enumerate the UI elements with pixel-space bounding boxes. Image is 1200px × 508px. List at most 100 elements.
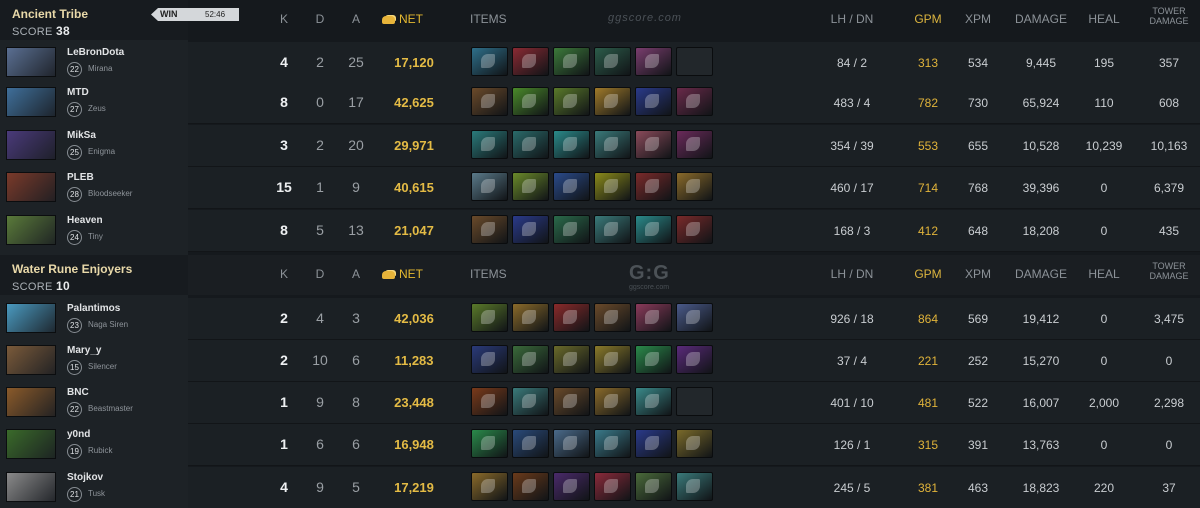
player-row[interactable]: 2 4 3 42,036 926 / 18 864 569 19,412 0 3,475 (188, 298, 1200, 340)
item-icon[interactable] (471, 172, 508, 201)
item-icon[interactable] (635, 130, 672, 159)
header-heal[interactable]: HEAL (1080, 12, 1128, 26)
item-icon[interactable] (594, 345, 631, 374)
player-name[interactable]: BNC (67, 387, 89, 398)
item-icon[interactable] (635, 429, 672, 458)
item-icon[interactable] (635, 303, 672, 332)
item-icon[interactable] (512, 472, 549, 501)
item-icon[interactable] (471, 345, 508, 374)
header-lhdn[interactable]: LH / DN (812, 267, 892, 281)
item-icon[interactable] (553, 345, 590, 374)
item-icon[interactable] (512, 130, 549, 159)
player-card[interactable]: PLEB 28 Bloodseeker (0, 167, 188, 209)
header-k[interactable]: K (274, 267, 294, 281)
header-net[interactable]: NET (382, 12, 452, 26)
item-icon[interactable] (553, 472, 590, 501)
item-icon[interactable] (676, 303, 713, 332)
item-icon[interactable] (676, 345, 713, 374)
item-icon[interactable] (471, 130, 508, 159)
player-row[interactable]: 1 9 8 23,448 401 / 10 481 522 16,007 2,000 2,298 (188, 382, 1200, 424)
player-name[interactable]: MikSa (67, 130, 96, 141)
player-card[interactable]: MTD 27 Zeus (0, 82, 188, 124)
header-damage[interactable]: DAMAGE (1006, 12, 1076, 26)
player-card[interactable]: Mary_y 15 Silencer (0, 340, 188, 382)
player-name[interactable]: Heaven (67, 215, 103, 226)
player-name[interactable]: PLEB (67, 172, 94, 183)
player-row[interactable]: 2 10 6 11,283 37 / 4 221 252 15,270 0 0 (188, 340, 1200, 382)
item-icon[interactable] (594, 130, 631, 159)
header-items[interactable]: ITEMS (470, 267, 510, 281)
item-icon[interactable] (471, 303, 508, 332)
player-card[interactable]: Stojkov 21 Tusk (0, 467, 188, 508)
player-card[interactable]: BNC 22 Beastmaster (0, 382, 188, 424)
player-row[interactable]: 1 6 6 16,948 126 / 1 315 391 13,763 0 0 (188, 424, 1200, 466)
item-icon[interactable] (676, 472, 713, 501)
player-row[interactable]: 3 2 20 29,971 354 / 39 553 655 10,528 10,239 10,1… (188, 125, 1200, 167)
item-icon[interactable] (553, 429, 590, 458)
item-icon[interactable] (635, 47, 672, 76)
player-card[interactable]: Palantimos 23 Naga Siren (0, 298, 188, 340)
player-card[interactable]: y0nd 19 Rubick (0, 424, 188, 466)
item-icon[interactable] (676, 215, 713, 244)
player-name[interactable]: LeBronDota (67, 47, 124, 58)
item-icon[interactable] (471, 429, 508, 458)
item-icon[interactable] (594, 215, 631, 244)
item-icon[interactable] (553, 172, 590, 201)
item-icon[interactable] (471, 87, 508, 116)
item-icon[interactable] (512, 87, 549, 116)
header-heal[interactable]: HEAL (1080, 267, 1128, 281)
item-icon[interactable] (471, 472, 508, 501)
item-icon[interactable] (594, 303, 631, 332)
header-k[interactable]: K (274, 12, 294, 26)
player-name[interactable]: Palantimos (67, 303, 120, 314)
header-gpm[interactable]: GPM (904, 267, 952, 281)
player-name[interactable]: y0nd (67, 429, 90, 440)
item-icon[interactable] (471, 387, 508, 416)
item-icon[interactable] (635, 387, 672, 416)
item-icon[interactable] (512, 303, 549, 332)
item-icon[interactable] (594, 47, 631, 76)
item-icon[interactable] (594, 429, 631, 458)
item-icon[interactable] (553, 303, 590, 332)
item-icon[interactable] (512, 172, 549, 201)
player-name[interactable]: MTD (67, 87, 89, 98)
item-icon[interactable] (553, 215, 590, 244)
header-tower-damage[interactable]: TOWER DAMAGE (1138, 261, 1200, 281)
item-icon[interactable] (553, 387, 590, 416)
player-name[interactable]: Mary_y (67, 345, 101, 356)
header-net[interactable]: NET (382, 267, 452, 281)
player-card[interactable]: LeBronDota 22 Mirana (0, 42, 188, 84)
item-icon[interactable] (594, 87, 631, 116)
item-icon[interactable] (635, 87, 672, 116)
player-row[interactable]: 8 5 13 21,047 168 / 3 412 648 18,208 0 435 (188, 210, 1200, 252)
item-icon[interactable] (676, 87, 713, 116)
header-a[interactable]: A (346, 12, 366, 26)
header-a[interactable]: A (346, 267, 366, 281)
item-icon[interactable] (635, 215, 672, 244)
header-gpm[interactable]: GPM (904, 12, 952, 26)
player-row[interactable]: 4 2 25 17,120 84 / 2 313 534 9,445 195 357 (188, 42, 1200, 84)
header-xpm[interactable]: XPM (958, 12, 998, 26)
item-icon[interactable] (553, 87, 590, 116)
item-icon[interactable] (471, 47, 508, 76)
item-icon[interactable] (553, 130, 590, 159)
item-icon[interactable] (635, 172, 672, 201)
header-damage[interactable]: DAMAGE (1006, 267, 1076, 281)
header-d[interactable]: D (310, 267, 330, 281)
item-icon[interactable] (512, 429, 549, 458)
player-name[interactable]: Stojkov (67, 472, 103, 483)
header-xpm[interactable]: XPM (958, 267, 998, 281)
player-card[interactable]: MikSa 25 Enigma (0, 125, 188, 167)
header-items[interactable]: ITEMS (470, 12, 510, 26)
item-icon[interactable] (676, 429, 713, 458)
item-icon[interactable] (553, 47, 590, 76)
item-icon[interactable] (676, 172, 713, 201)
item-icon[interactable] (635, 472, 672, 501)
item-icon[interactable] (635, 345, 672, 374)
item-icon[interactable] (471, 215, 508, 244)
item-icon[interactable] (512, 47, 549, 76)
player-row[interactable]: 4 9 5 17,219 245 / 5 381 463 18,823 220 37 (188, 467, 1200, 508)
player-row[interactable]: 8 0 17 42,625 483 / 4 782 730 65,924 110 608 (188, 82, 1200, 124)
item-icon[interactable] (594, 387, 631, 416)
item-icon[interactable] (594, 172, 631, 201)
